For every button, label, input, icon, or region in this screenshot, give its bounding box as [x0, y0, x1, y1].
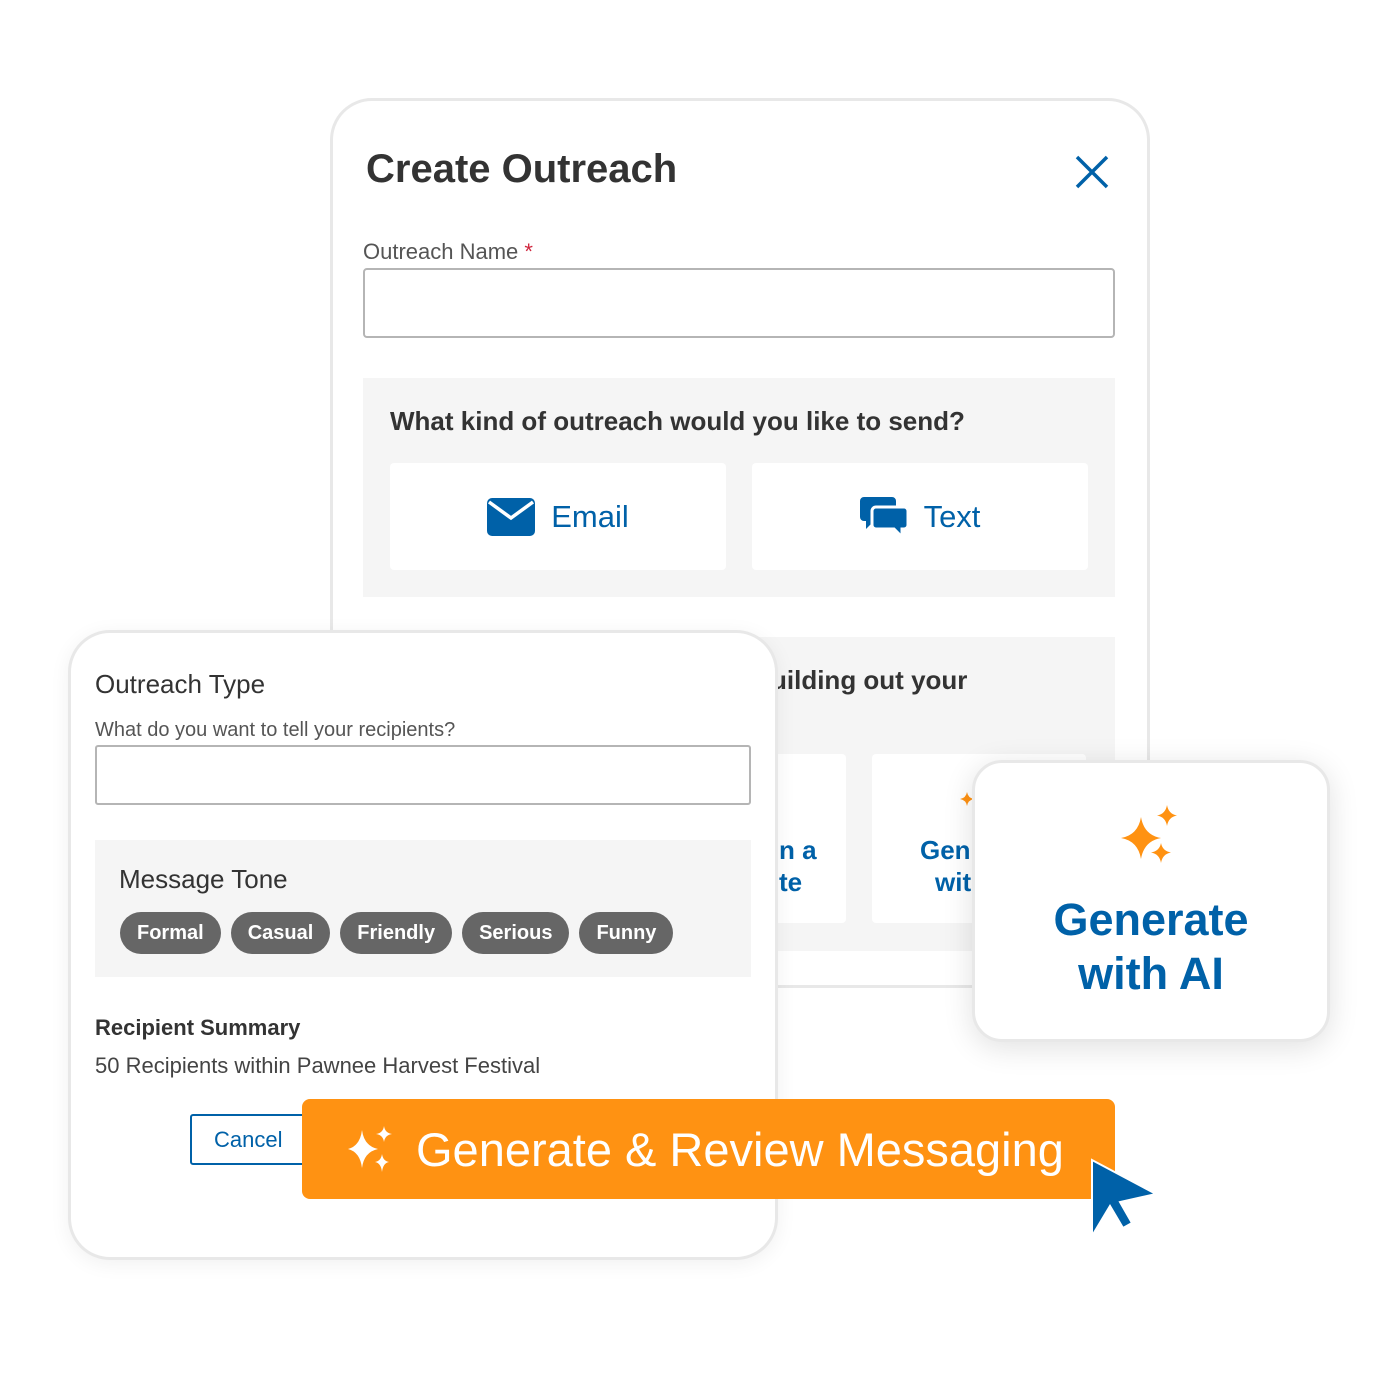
tone-chip-serious[interactable]: Serious	[462, 912, 570, 954]
outreach-kind-question: What kind of outreach would you like to …	[390, 406, 965, 436]
recipient-summary-title: Recipient Summary	[95, 1015, 301, 1040]
email-label: Email	[551, 498, 629, 534]
label-line: Generate	[1053, 894, 1249, 945]
close-icon[interactable]	[1073, 153, 1111, 191]
label-text: Outreach Name	[363, 239, 519, 264]
generate-review-label: Generate & Review Messaging	[416, 1122, 1064, 1176]
outreach-name-input[interactable]	[363, 268, 1115, 338]
sparkle-icon	[348, 1126, 392, 1172]
message-question-label: What do you want to tell your recipients…	[95, 719, 456, 741]
option-line: te	[779, 867, 803, 897]
generate-with-ai-label: Generate with AI	[975, 893, 1327, 1001]
label-line: with AI	[1078, 948, 1224, 999]
build-question: uilding out your	[771, 665, 968, 695]
tone-chip-casual[interactable]: Casual	[230, 912, 331, 954]
dialog-title: Create Outreach	[366, 147, 678, 191]
required-mark: *	[524, 239, 533, 264]
option-line: n a	[779, 835, 817, 865]
message-tone-title: Message Tone	[119, 864, 288, 894]
tone-chips: Formal Casual Friendly Serious Funny	[120, 912, 674, 954]
tone-chip-funny[interactable]: Funny	[579, 912, 674, 954]
chat-bubbles-icon	[859, 496, 908, 539]
generate-with-ai-card[interactable]: Generate with AI	[972, 760, 1330, 1042]
tone-chip-formal[interactable]: Formal	[120, 912, 221, 954]
text-label: Text	[923, 498, 981, 534]
mouse-pointer-icon	[1091, 1158, 1159, 1240]
panel-title: Outreach Type	[95, 669, 266, 699]
sparkle-icon	[1121, 805, 1177, 863]
outreach-kind-section: What kind of outreach would you like to …	[363, 378, 1115, 597]
email-option-button[interactable]: Email	[390, 463, 726, 570]
message-input[interactable]	[95, 745, 751, 805]
generate-review-messaging-button[interactable]: Generate & Review Messaging	[302, 1099, 1115, 1199]
outreach-name-label: Outreach Name *	[363, 239, 533, 265]
recipient-summary-text: 50 Recipients within Pawnee Harvest Fest…	[95, 1053, 541, 1078]
envelope-icon	[487, 497, 536, 536]
tone-chip-friendly[interactable]: Friendly	[340, 912, 453, 954]
message-tone-section: Message Tone Formal Casual Friendly Seri…	[95, 840, 751, 977]
text-option-button[interactable]: Text	[752, 463, 1088, 570]
cancel-button[interactable]: Cancel	[190, 1114, 320, 1165]
